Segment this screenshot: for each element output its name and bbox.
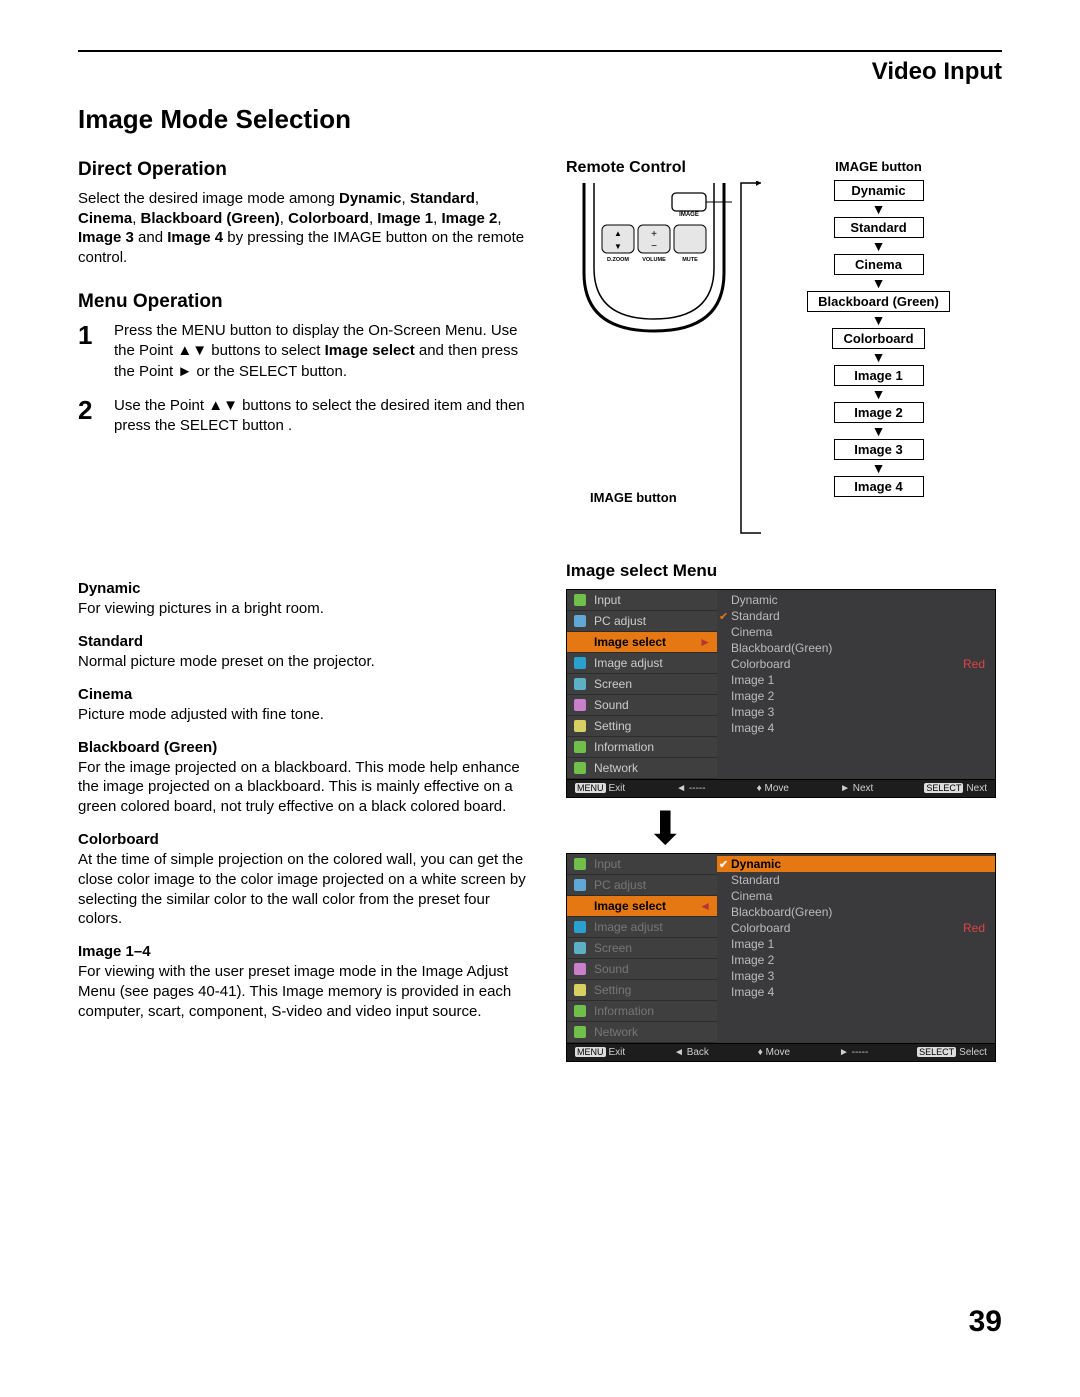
osd-footer: MENUExit◄ Back♦ Move► -----SELECTSelect <box>567 1043 995 1061</box>
osd-nav-item[interactable]: Image adjust <box>567 653 717 674</box>
osd-option[interactable]: Cinema <box>717 888 995 904</box>
svg-text:+: + <box>651 229 657 240</box>
remote-control-illustration: IMAGE ▲ ▼ D.ZOOM + − <box>566 183 741 333</box>
osd-nav-item[interactable]: PC adjust <box>567 875 717 896</box>
page-title: Image Mode Selection <box>78 104 1002 135</box>
mode-term: Image 1–4 <box>78 943 538 960</box>
osd-nav-item[interactable]: Image select◄ <box>567 896 717 917</box>
flow-box: Image 4 <box>834 476 924 497</box>
svg-text:▲: ▲ <box>614 229 622 238</box>
chevron-icon: ◄ <box>699 899 711 913</box>
svg-text:IMAGE: IMAGE <box>679 212 699 218</box>
flow-box: Standard <box>834 217 924 238</box>
osd-option[interactable]: Image 1 <box>717 672 995 688</box>
osd-nav-item[interactable]: Sound <box>567 959 717 980</box>
flow-box: Image 3 <box>834 439 924 460</box>
osd-nav-item[interactable]: Information <box>567 1001 717 1022</box>
osd-footer: MENUExit◄ -----♦ Move► NextSELECTNext <box>567 779 995 797</box>
osd-option[interactable]: Image 2 <box>717 952 995 968</box>
step-body: Use the Point ▲▼ buttons to select the d… <box>114 396 538 437</box>
flow-box: Image 2 <box>834 402 924 423</box>
check-icon: ✔ <box>719 858 728 871</box>
osd-nav-item[interactable]: Setting <box>567 980 717 1001</box>
osd-nav-item[interactable]: Image select► <box>567 632 717 653</box>
osd-option[interactable]: Cinema <box>717 624 995 640</box>
direct-operation-heading: Direct Operation <box>78 159 538 181</box>
mode-term: Colorboard <box>78 831 538 848</box>
menu-operation-heading: Menu Operation <box>78 291 538 313</box>
page-number: 39 <box>969 1305 1002 1339</box>
flow-box: Blackboard (Green) <box>807 291 950 312</box>
mode-desc: For viewing pictures in a bright room. <box>78 599 538 619</box>
osd-option[interactable]: Image 3 <box>717 968 995 984</box>
mode-desc: Normal picture mode preset on the projec… <box>78 652 538 672</box>
osd-nav-item[interactable]: Setting <box>567 716 717 737</box>
check-icon: ✔ <box>719 610 728 623</box>
down-arrow-icon: ⬇ <box>646 810 1002 847</box>
osd-nav-item[interactable]: Screen <box>567 938 717 959</box>
svg-text:▼: ▼ <box>614 242 622 251</box>
flow-box: Cinema <box>834 254 924 275</box>
osd-option[interactable]: Image 4 <box>717 984 995 1000</box>
flow-arrow-icon: ▼ <box>872 387 886 401</box>
osd-option[interactable]: ColorboardRed <box>717 920 995 936</box>
osd-nav-item[interactable]: Sound <box>567 695 717 716</box>
chevron-icon: ► <box>699 635 711 649</box>
osd-option[interactable]: Dynamic <box>717 592 995 608</box>
svg-text:D.ZOOM: D.ZOOM <box>607 257 629 263</box>
svg-text:−: − <box>651 241 657 252</box>
svg-text:VOLUME: VOLUME <box>642 257 666 263</box>
osd-option[interactable]: ✔Dynamic <box>717 856 995 872</box>
remote-control-heading: Remote Control <box>566 159 741 177</box>
section-header: Video Input <box>78 58 1002 86</box>
osd-nav-item[interactable]: Information <box>567 737 717 758</box>
mode-desc: For viewing with the user preset image m… <box>78 962 538 1021</box>
osd-nav-item[interactable]: Screen <box>567 674 717 695</box>
flow-title: IMAGE button <box>755 159 1002 174</box>
mode-desc: Picture mode adjusted with fine tone. <box>78 705 538 725</box>
osd-option[interactable]: Image 2 <box>717 688 995 704</box>
flow-arrow-icon: ▼ <box>872 313 886 327</box>
osd-nav-item[interactable]: PC adjust <box>567 611 717 632</box>
mode-term: Blackboard (Green) <box>78 739 538 756</box>
osd-panel: InputPC adjustImage select◄Image adjustS… <box>566 853 996 1062</box>
mode-desc: For the image projected on a blackboard.… <box>78 758 538 817</box>
osd-nav-item[interactable]: Network <box>567 758 717 779</box>
step-number: 2 <box>78 396 98 437</box>
flow-box: Colorboard <box>832 328 924 349</box>
step-body: Press the MENU button to display the On-… <box>114 321 538 382</box>
osd-option[interactable]: Blackboard(Green) <box>717 640 995 656</box>
flow-box: Dynamic <box>834 180 924 201</box>
flow-arrow-icon: ▼ <box>872 239 886 253</box>
osd-nav-item[interactable]: Input <box>567 854 717 875</box>
mode-term: Cinema <box>78 686 538 703</box>
osd-option[interactable]: Blackboard(Green) <box>717 904 995 920</box>
osd-option[interactable]: Image 4 <box>717 720 995 736</box>
osd-option[interactable]: Image 1 <box>717 936 995 952</box>
mode-term: Standard <box>78 633 538 650</box>
osd-option[interactable]: Standard <box>717 872 995 888</box>
direct-operation-text: Select the desired image mode among Dyna… <box>78 189 538 267</box>
flow-arrow-icon: ▼ <box>872 461 886 475</box>
mode-desc: At the time of simple projection on the … <box>78 850 538 929</box>
flow-arrow-icon: ▼ <box>872 350 886 364</box>
osd-option[interactable]: ✔Standard <box>717 608 995 624</box>
flow-box: Image 1 <box>834 365 924 386</box>
flow-arrow-icon: ▼ <box>872 276 886 290</box>
image-button-caption: IMAGE button <box>590 490 677 505</box>
flow-arrow-icon: ▼ <box>872 424 886 438</box>
osd-nav-item[interactable]: Image adjust <box>567 917 717 938</box>
mode-term: Dynamic <box>78 580 538 597</box>
osd-nav-item[interactable]: Network <box>567 1022 717 1043</box>
osd-panel: InputPC adjustImage select►Image adjustS… <box>566 589 996 798</box>
step-number: 1 <box>78 321 98 382</box>
osd-heading: Image select Menu <box>566 561 1002 581</box>
svg-text:MUTE: MUTE <box>682 257 698 263</box>
osd-option[interactable]: Image 3 <box>717 704 995 720</box>
flow-arrow-icon: ▼ <box>872 202 886 216</box>
osd-nav-item[interactable]: Input <box>567 590 717 611</box>
osd-option[interactable]: ColorboardRed <box>717 656 995 672</box>
